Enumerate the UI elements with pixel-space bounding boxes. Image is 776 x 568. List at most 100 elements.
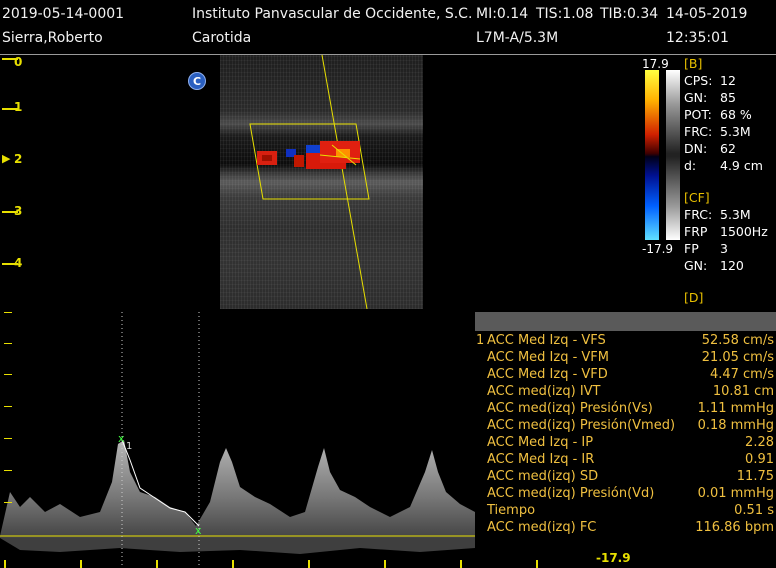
measurement-row[interactable]: ACC med(izq) SD 11.75 [475, 469, 776, 486]
spectral-waveform: x x [0, 312, 475, 568]
measurement-label: Tiempo [487, 503, 536, 518]
param-value: 1500Hz [720, 224, 768, 239]
d-section: [D] [684, 290, 704, 305]
measurement-row[interactable]: 1 ACC Med Izq - VFS 52.58 cm/s [475, 333, 776, 350]
velocity-tick [4, 343, 12, 344]
time-tick [80, 560, 82, 568]
measurement-value: 0.91 [745, 452, 774, 467]
spectral-envelope [0, 440, 475, 538]
measurement-value: 21.05 cm/s [701, 350, 774, 365]
param-value: 4.9 cm [720, 158, 763, 173]
measurement-label: ACC Med Izq - IP [487, 435, 594, 450]
measurement-row[interactable]: ACC med(izq) Presión(Vd) 0.01 mmHg [475, 486, 776, 503]
param-label: FRC: [684, 124, 713, 139]
measurement-row[interactable]: ACC Med Izq - VFM 21.05 cm/s [475, 350, 776, 367]
depth-label: 2 [14, 152, 23, 166]
color-velocity-bar [645, 70, 659, 240]
depth-label: 1 [14, 100, 23, 114]
measurement-label: ACC Med Izq - VFS [487, 333, 606, 348]
param-value: 5.3M [720, 124, 751, 139]
exam-date: 14-05-2019 [666, 6, 748, 22]
param-label: CPS: [684, 73, 713, 88]
velocity-tick [4, 374, 12, 375]
velocity-tick [4, 470, 12, 471]
measurement-row[interactable]: ACC med(izq) FC 116.86 bpm [475, 520, 776, 537]
param-value: 68 % [720, 107, 752, 122]
b-mode-section: [B] [684, 56, 703, 71]
institution-name: Instituto Panvascular de Occidente, S.C. [192, 6, 473, 22]
measurement-label: ACC med(izq) Presión(Vs) [487, 401, 653, 416]
param-value: 3 [720, 241, 728, 256]
measurement-value: 11.75 [736, 469, 774, 484]
measurement-label: ACC Med Izq - VFM [487, 350, 610, 365]
measurement-value: 0.01 mmHg [697, 486, 774, 501]
color-scale-max: 17.9 [642, 57, 669, 71]
time-tick [156, 560, 158, 568]
param-label: d: [684, 158, 697, 173]
time-tick [384, 560, 386, 568]
measurement-value: 1.11 mmHg [697, 401, 774, 416]
reverse-flow-band [0, 538, 475, 554]
param-value: 120 [720, 258, 744, 273]
cf-section: [CF] [684, 190, 710, 205]
param-label: GN: [684, 90, 708, 105]
param-label: POT: [684, 107, 712, 122]
measurement-row[interactable]: ACC Med Izq - IP 2.28 [475, 435, 776, 452]
measurement-label: ACC med(izq) FC [487, 520, 597, 535]
tis-value: TIS:1.08 [536, 6, 594, 22]
velocity-tick [4, 502, 12, 503]
measurement-label: ACC Med Izq - IR [487, 452, 595, 467]
param-value: 12 [720, 73, 736, 88]
measurement-row[interactable]: ACC Med Izq - VFD 4.47 cm/s [475, 367, 776, 384]
peak-marker: x [118, 432, 125, 445]
measurement-label: ACC med(izq) SD [487, 469, 599, 484]
measurement-label: ACC med(izq) Presión(Vd) [487, 486, 655, 501]
mi-value: MI:0.14 [476, 6, 529, 22]
measurement-label: ACC med(izq) IVT [487, 384, 601, 399]
param-value: 62 [720, 141, 736, 156]
time-tick [308, 560, 310, 568]
bmode-image[interactable] [220, 55, 423, 309]
measurements-header [475, 312, 776, 331]
velocity-tick [4, 438, 12, 439]
depth-label: 3 [14, 204, 23, 218]
measurement-label: ACC med(izq) Presión(Vmed) [487, 418, 676, 433]
measurement-value: 0.51 s [734, 503, 774, 518]
measurement-row[interactable]: ACC Med Izq - IR 0.91 [475, 452, 776, 469]
depth-label: 4 [14, 256, 23, 270]
time-tick [460, 560, 462, 568]
measurement-row[interactable]: ACC med(izq) IVT 10.81 cm [475, 384, 776, 401]
measurement-value: 10.81 cm [712, 384, 774, 399]
depth-label: 0 [14, 55, 23, 69]
measurement-value: 52.58 cm/s [701, 333, 774, 348]
doppler-spectrum[interactable]: x x 1 [0, 312, 475, 568]
measurement-value: 4.47 cm/s [709, 367, 774, 382]
velocity-tick [4, 406, 12, 407]
time-tick [536, 560, 538, 568]
color-mode-badge[interactable]: C [188, 72, 206, 90]
measurement-row[interactable]: Tiempo 0.51 s [475, 503, 776, 520]
velocity-scale-min: -17.9 [596, 551, 631, 565]
param-label: FP [684, 241, 699, 256]
study-name: Carotida [192, 30, 252, 46]
measurement-row[interactable]: ACC med(izq) Presión(Vmed) 0.18 mmHg [475, 418, 776, 435]
param-label: FRP [684, 224, 708, 239]
time-tick [4, 560, 6, 568]
color-flow-overlay[interactable] [220, 55, 423, 309]
grayscale-bar [666, 70, 680, 240]
time-tick [232, 560, 234, 568]
param-value: 85 [720, 90, 736, 105]
focus-marker-icon[interactable]: ▶ [2, 152, 10, 165]
color-scale-min: -17.9 [642, 242, 674, 256]
velocity-tick [4, 312, 12, 313]
exam-id: 2019-05-14-0001 [2, 6, 125, 22]
caliper-label: 1 [126, 441, 133, 452]
patient-name: Sierra,Roberto [2, 30, 103, 46]
probe-info: L7M-A/5.3M [476, 30, 559, 46]
param-label: DN: [684, 141, 708, 156]
measurements-panel: 1 ACC Med Izq - VFS 52.58 cm/s ACC Med I… [475, 312, 776, 540]
exam-time: 12:35:01 [666, 30, 729, 46]
measurement-number: 1 [476, 333, 485, 348]
param-value: 5.3M [720, 207, 751, 222]
measurement-row[interactable]: ACC med(izq) Presión(Vs) 1.11 mmHg [475, 401, 776, 418]
